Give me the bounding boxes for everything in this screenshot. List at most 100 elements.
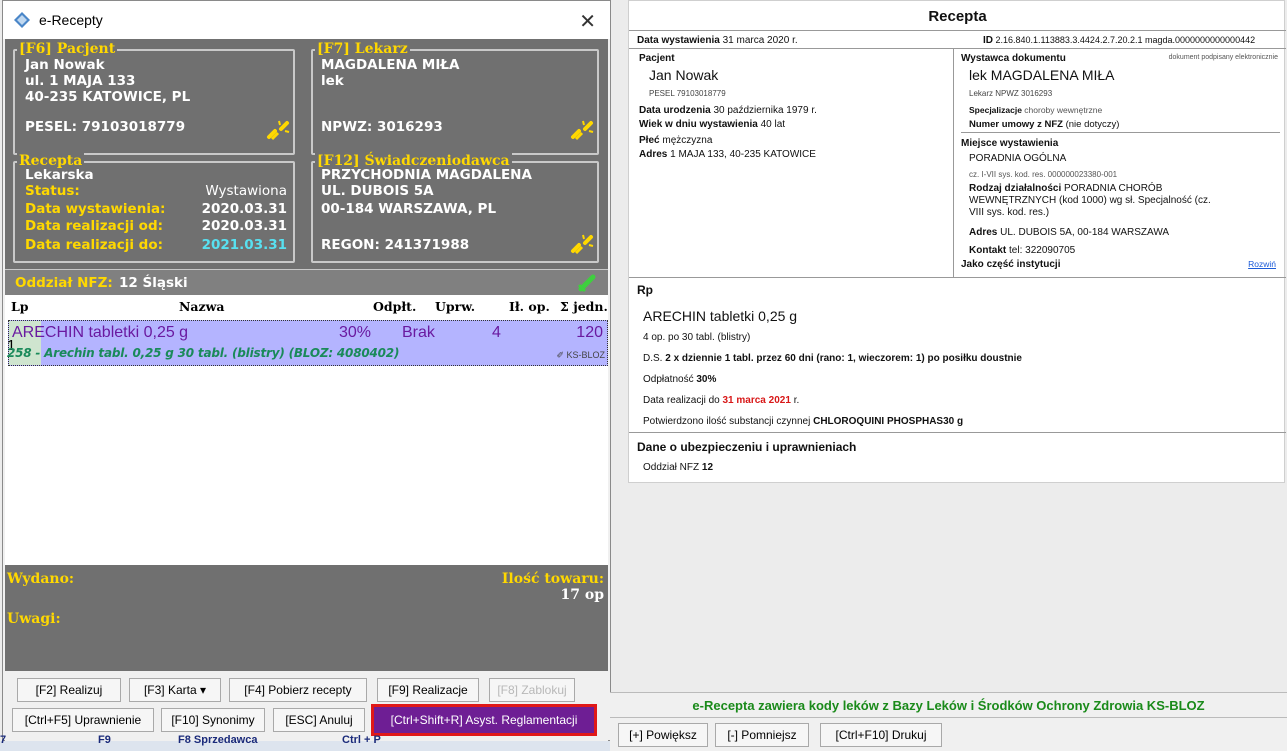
- taskbar-ctrlp[interactable]: Ctrl + P: [342, 734, 381, 746]
- patient-pesel: PESEL: 79103018779: [25, 119, 186, 135]
- place-code: cz. I-VII sys. kod. res. 000000023380-00…: [969, 170, 1118, 179]
- place-name: PORADNIA OGÓLNA: [969, 153, 1067, 164]
- doctor-box[interactable]: [F7] Lekarz MAGDALENA MIŁA lek NPWZ: 301…: [311, 41, 599, 155]
- ilosc-label: Ilość towaru:: [501, 571, 604, 587]
- link-icon[interactable]: [576, 272, 598, 294]
- birth-date: Data urodzenia 30 października 1979 r.: [639, 105, 817, 116]
- patient-city: 40-235 KATOWICE, PL: [25, 89, 191, 105]
- table-header: Lp Nazwa Odpłt. Uprw. Ił. op. Σ jedn.: [5, 295, 608, 317]
- rp-confirm: Potwierdzono ilość substancji czynnej CH…: [643, 416, 964, 427]
- issue-date: Data wystawienia 31 marca 2020 r.: [637, 35, 798, 46]
- patient-name: Jan Nowak: [25, 57, 105, 73]
- rp-dosage: D.S. 2 x dziennie 1 tabl. przez 60 dni (…: [643, 353, 1022, 364]
- zoom-out-button[interactable]: [-] Pomniejsz: [715, 723, 809, 747]
- provider-city: 00-184 WARSZAWA, PL: [321, 201, 497, 217]
- ksbloz-tag: ✐ KS-BLOZ: [556, 350, 605, 360]
- issued-value: 2020.03.31: [201, 201, 287, 217]
- valid-to-label: Data realizacji do:: [25, 237, 164, 253]
- synonimy-button[interactable]: [F10] Synonimy: [161, 708, 265, 732]
- place-address: Adres UL. DUBOIS 5A, 00-184 WARSZAWA: [969, 227, 1170, 238]
- issuer-npwz: Lekarz NPWZ 3016293: [969, 89, 1053, 98]
- doctor-legend: [F7] Lekarz: [315, 41, 410, 57]
- nfz-bar: Oddział NFZ: 12 Śląski: [5, 269, 608, 295]
- zablokuj-button[interactable]: [F8] Zablokuj: [489, 678, 575, 702]
- print-button[interactable]: [Ctrl+F10] Drukuj: [820, 723, 942, 747]
- title-bar: e-Recepty ✕: [3, 1, 610, 39]
- broken-link-icon[interactable]: [569, 117, 595, 143]
- karta-button[interactable]: [F3] Karta ▾: [129, 678, 221, 702]
- broken-link-icon[interactable]: [569, 231, 595, 257]
- taskbar-f7[interactable]: 7: [0, 734, 6, 746]
- rp-pack: 4 op. po 30 tabl. (blistry): [643, 332, 751, 343]
- drug-table: 1 ARECHIN tabletki 0,25 g 30% Brak 4 120…: [5, 317, 608, 565]
- valid-from-label: Data realizacji od:: [25, 218, 164, 234]
- activity-line1: Rodzaj działalności PORADNIA CHORÓB: [969, 183, 1163, 194]
- taskbar-f9[interactable]: F9: [98, 734, 111, 746]
- rp-drug: ARECHIN tabletki 0,25 g: [643, 308, 798, 324]
- patient-box[interactable]: [F6] Pacjent Jan Nowak ul. 1 MAJA 133 40…: [13, 41, 295, 155]
- drug-odplt: 30%: [339, 324, 372, 341]
- button-area: [F2] Realizuj [F3] Karta ▾ [F4] Pobierz …: [5, 671, 608, 741]
- provider-name: PRZYCHODNIA MAGDALENA: [321, 167, 532, 183]
- col-ilop: Ił. op.: [509, 299, 550, 314]
- nfz-contract: Numer umowy z NFZ (nie dotyczy): [969, 119, 1120, 130]
- provider-box[interactable]: [F12] Świadczeniodawca PRZYCHODNIA MAGDA…: [311, 153, 599, 263]
- drug-sum: 120: [576, 324, 603, 341]
- bottom-panel: Wydano: Ilość towaru: 17 op Uwagi:: [5, 565, 608, 671]
- issuer-name: lek MAGDALENA MIŁA: [969, 67, 1115, 83]
- broken-link-icon[interactable]: [265, 117, 291, 143]
- pobierz-recepty-button[interactable]: [F4] Pobierz recepty: [229, 678, 367, 702]
- realizuj-button[interactable]: [F2] Realizuj: [17, 678, 121, 702]
- realizacje-button[interactable]: [F9] Realizacje: [377, 678, 479, 702]
- table-row[interactable]: 1 ARECHIN tabletki 0,25 g 30% Brak 4 120…: [7, 320, 608, 366]
- valid-to-value: 2021.03.31: [201, 237, 287, 253]
- provider-street: UL. DUBOIS 5A: [321, 183, 434, 199]
- asyst-reglamentacji-button[interactable]: [Ctrl+Shift+R] Asyst. Reglamentacji: [371, 704, 597, 736]
- ilosc-value: 17 op: [560, 587, 604, 603]
- patient-heading: Pacjent: [639, 53, 675, 64]
- uprawnienie-button[interactable]: [Ctrl+F5] Uprawnienie: [12, 708, 154, 732]
- rp-heading: Rp: [637, 283, 653, 297]
- col-uprw: Uprw.: [435, 299, 476, 314]
- wydano-label: Wydano:: [7, 571, 75, 587]
- activity-line3: VIII sys. kod. res.): [969, 207, 1050, 218]
- issuer-spec: Specjalizacje choroby wewnętrzne: [969, 105, 1103, 115]
- taskbar-sprzedawca[interactable]: F8 Sprzedawca: [178, 734, 257, 746]
- issued-label: Data wystawienia:: [25, 201, 166, 217]
- erecepty-window: e-Recepty ✕ [F6] Pacjent Jan Nowak ul. 1…: [2, 0, 611, 741]
- zoom-in-button[interactable]: [+] Powiększ: [618, 723, 708, 747]
- nfz-value: 12 Śląski: [119, 275, 188, 291]
- prescription-type: Lekarska: [25, 167, 94, 183]
- provider-regon: REGON: 241371988: [321, 237, 470, 253]
- drug-detail: 258 - Arechin tabl. 0,25 g 30 tabl. (bli…: [7, 346, 400, 360]
- uwagi-label: Uwagi:: [7, 611, 61, 627]
- col-name: Nazwa: [179, 299, 225, 314]
- insurance-nfz: Oddział NFZ 12: [643, 462, 714, 473]
- ksbloz-info: e-Recepta zawiera kody leków z Bazy Lekó…: [610, 692, 1287, 718]
- valid-from-value: 2020.03.31: [201, 218, 287, 234]
- close-icon[interactable]: ✕: [579, 9, 596, 34]
- patient-legend: [F6] Pacjent: [17, 41, 118, 57]
- col-sum: Σ jedn.: [560, 299, 608, 314]
- patient-sex: Płeć mężczyzna: [639, 135, 713, 146]
- issuer-heading: Wystawca dokumentu: [961, 53, 1066, 64]
- drug-uprw: Brak: [402, 324, 435, 341]
- prescription-box: Recepta Lekarska Status: Wystawiona Data…: [13, 153, 295, 263]
- patient-street: ul. 1 MAJA 133: [25, 73, 136, 89]
- place-heading: Miejsce wystawienia: [961, 138, 1059, 149]
- contact: Kontakt tel: 322090705: [969, 245, 1076, 256]
- anuluj-button[interactable]: [ESC] Anuluj: [273, 708, 365, 732]
- preview-footer: e-Recepta zawiera kody leków z Bazy Lekó…: [610, 692, 1287, 751]
- col-odplt: Odpłt.: [373, 299, 417, 314]
- app-icon: [14, 12, 30, 28]
- doctor-title: lek: [321, 73, 344, 89]
- status-value: Wystawiona: [205, 183, 287, 199]
- document-id: ID 2.16.840.1.113883.3.4424.2.7.20.2.1 m…: [983, 35, 1256, 46]
- expand-link[interactable]: Rozwiń: [1248, 259, 1276, 269]
- window-title: e-Recepty: [39, 12, 103, 28]
- drug-ilop: 4: [492, 324, 501, 341]
- doc-patient-pesel: PESEL 79103018779: [649, 89, 726, 98]
- signed-note: dokument podpisany elektronicznie: [1168, 54, 1278, 61]
- prescription-preview: Recepta Data wystawienia 31 marca 2020 r…: [628, 0, 1286, 483]
- patient-age: Wiek w dniu wystawienia 40 lat: [639, 119, 786, 130]
